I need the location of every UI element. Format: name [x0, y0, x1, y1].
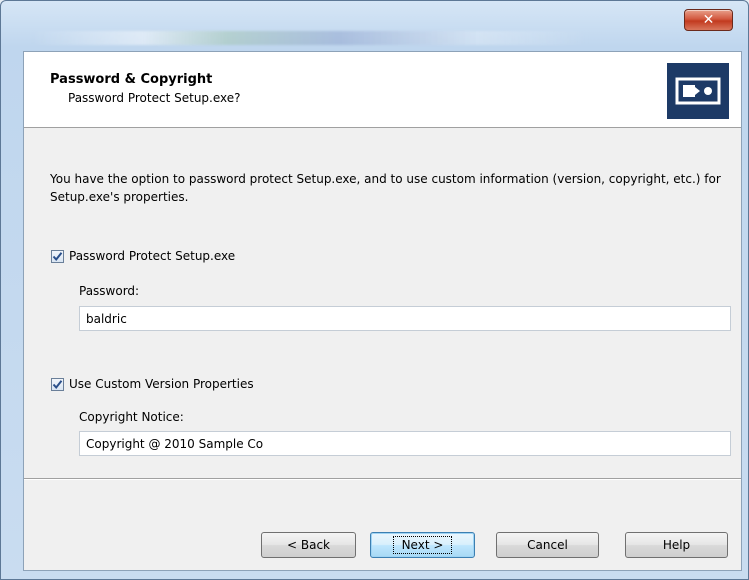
back-button[interactable]: < Back [261, 532, 356, 558]
password-protect-checkbox[interactable] [51, 249, 64, 263]
next-button[interactable]: Next > [370, 532, 475, 558]
copyright-notice-label: Copyright Notice: [79, 410, 184, 424]
wizard-client-area: Password & Copyright Password Protect Se… [23, 51, 742, 571]
close-icon: ✕ [702, 12, 715, 28]
help-button[interactable]: Help [625, 532, 728, 558]
password-protect-checkbox-row[interactable]: Password Protect Setup.exe [51, 249, 235, 263]
custom-version-checkbox[interactable] [51, 377, 64, 391]
checkmark-icon [52, 379, 63, 389]
page-title: Password & Copyright [50, 72, 213, 87]
custom-version-checkbox-row[interactable]: Use Custom Version Properties [51, 377, 254, 391]
checkmark-icon [52, 251, 63, 261]
close-button[interactable]: ✕ [684, 9, 733, 31]
next-button-label: Next > [392, 536, 453, 554]
intro-text: You have the option to password protect … [50, 172, 721, 204]
password-field[interactable] [79, 306, 731, 331]
password-protect-label[interactable]: Password Protect Setup.exe [69, 249, 235, 263]
setup-logo-icon [667, 63, 729, 119]
cancel-button[interactable]: Cancel [496, 532, 599, 558]
blurred-background-strip [31, 31, 591, 45]
title-bar[interactable]: ✕ [1, 1, 749, 51]
custom-version-label[interactable]: Use Custom Version Properties [69, 377, 254, 391]
footer-divider [24, 478, 741, 480]
password-label: Password: [79, 284, 140, 298]
wizard-header: Password & Copyright Password Protect Se… [24, 52, 741, 128]
dialog-window: ✕ Password & Copyright Password Protect … [0, 0, 749, 580]
page-subtitle: Password Protect Setup.exe? [68, 91, 241, 105]
copyright-notice-field[interactable] [79, 431, 731, 456]
